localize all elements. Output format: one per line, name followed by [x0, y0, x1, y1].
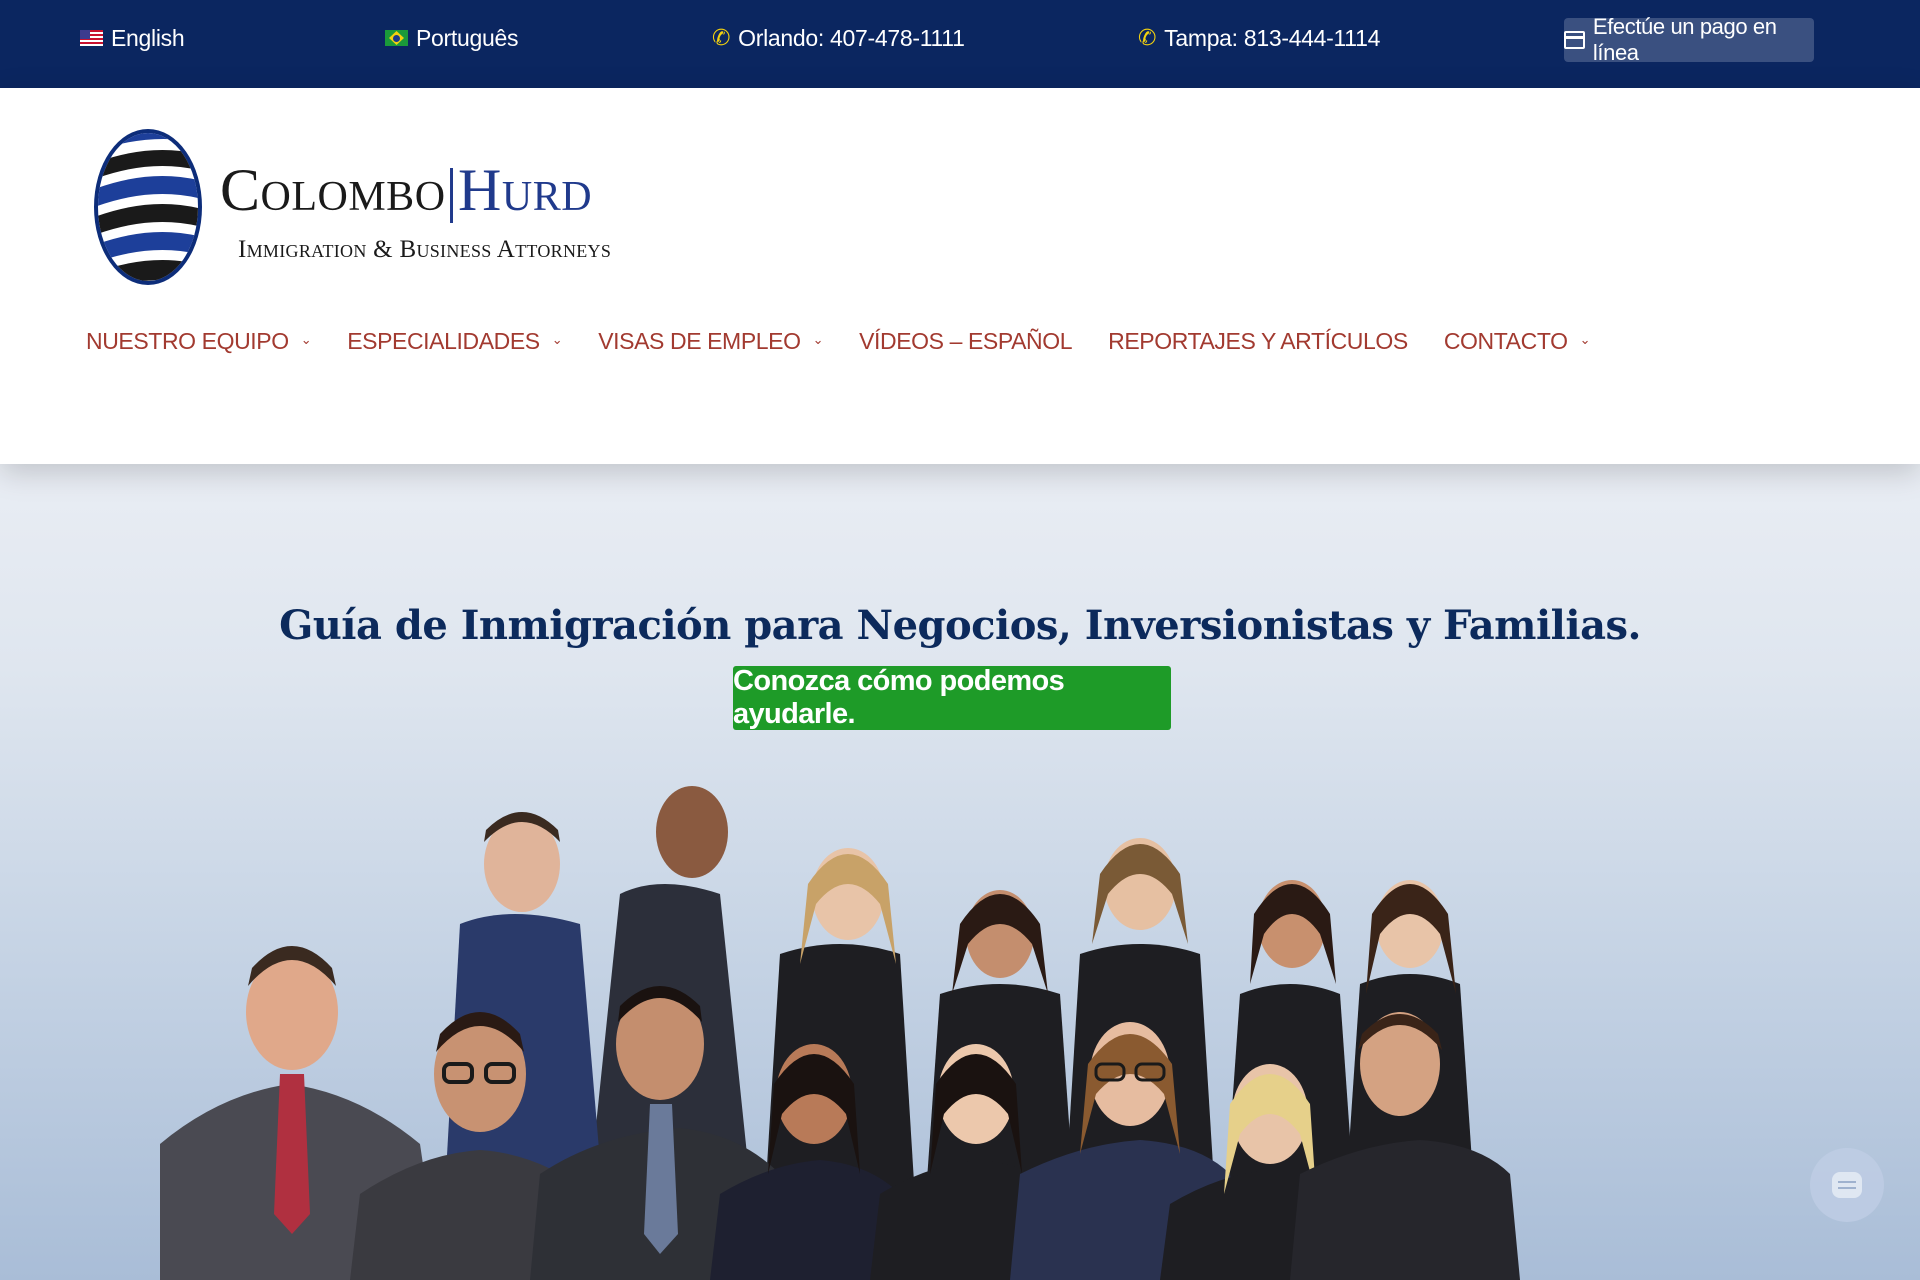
chevron-down-icon: ⌄ [812, 331, 824, 347]
hero-section: Guía de Inmigración para Negocios, Inver… [0, 464, 1920, 1280]
lang-english-label: English [111, 24, 185, 51]
nav-item-reportajes-y-articulos[interactable]: REPORTAJES Y ARTÍCULOS [1108, 328, 1408, 355]
team-photo [160, 786, 1520, 1280]
brazil-flag-icon [385, 30, 408, 46]
nav-item-label: CONTACTO [1443, 328, 1568, 354]
phone-tampa-link[interactable]: ✆ Tampa: 813-444-1114 [1138, 20, 1380, 56]
chevron-down-icon: ⌄ [300, 331, 312, 347]
nav-item-contacto[interactable]: CONTACTO ⌄ [1443, 328, 1591, 355]
us-flag-icon [80, 30, 103, 46]
logo-wordmark: Colombo|Hurd [220, 156, 592, 225]
phone-orlando-link[interactable]: ✆ Orlando: 407-478-1111 [712, 20, 965, 56]
lang-portuguese-link[interactable]: Português [385, 20, 518, 56]
nav-item-nuestro-equipo[interactable]: NUESTRO EQUIPO ⌄ [86, 328, 312, 355]
chat-icon [1832, 1172, 1862, 1198]
hero-title: Guía de Inmigración para Negocios, Inver… [279, 602, 1641, 649]
nav-item-label: VÍDEOS – ESPAÑOL [859, 328, 1073, 354]
lang-portuguese-label: Português [416, 24, 519, 51]
main-nav: NUESTRO EQUIPO ⌄ ESPECIALIDADES ⌄ VISAS … [86, 328, 1626, 355]
phone-icon: ✆ [1138, 25, 1157, 50]
site-header: Colombo|Hurd Immigration & Business Atto… [0, 88, 1920, 464]
phone-orlando-label: Orlando: 407-478-1111 [738, 24, 965, 51]
online-payment-label: Efectúe un pago en línea [1592, 14, 1777, 65]
online-payment-button[interactable]: Efectúe un pago en línea [1564, 14, 1814, 65]
logo-name-colombo: Colombo [220, 157, 446, 223]
nav-item-videos-espanol[interactable]: VÍDEOS – ESPAÑOL [859, 328, 1072, 355]
cta-button[interactable]: Conozca cómo podemos ayudarle. [733, 665, 1171, 730]
nav-item-label: REPORTAJES Y ARTÍCULOS [1108, 328, 1408, 354]
nav-item-especialidades[interactable]: ESPECIALIDADES ⌄ [347, 328, 562, 355]
nav-item-visas-de-empleo[interactable]: VISAS DE EMPLEO ⌄ [598, 328, 823, 355]
top-bar: English Português ✆ Orlando: 407-478-111… [0, 0, 1920, 88]
credit-card-icon [1564, 31, 1585, 49]
nav-item-label: ESPECIALIDADES [347, 328, 540, 354]
logo[interactable]: Colombo|Hurd Immigration & Business Atto… [92, 128, 632, 298]
lang-english-link[interactable]: English [80, 20, 185, 56]
nav-item-label: VISAS DE EMPLEO [598, 328, 801, 354]
chat-button[interactable] [1810, 1148, 1884, 1222]
logo-name-hurd: Hurd [458, 157, 593, 223]
chevron-down-icon: ⌄ [551, 331, 563, 347]
logo-separator: | [445, 157, 459, 223]
nav-item-label: NUESTRO EQUIPO [86, 328, 289, 354]
phone-tampa-label: Tampa: 813-444-1114 [1164, 24, 1381, 51]
phone-icon: ✆ [712, 25, 731, 50]
logo-tagline: Immigration & Business Attorneys [238, 236, 612, 263]
chevron-down-icon: ⌄ [1579, 331, 1591, 347]
globe-logo-icon [94, 129, 202, 285]
